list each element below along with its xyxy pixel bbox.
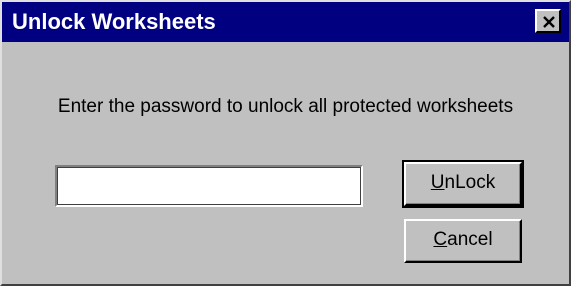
unlock-button[interactable]: UnLock <box>402 160 524 208</box>
title-bar[interactable]: Unlock Worksheets <box>2 2 569 42</box>
cancel-button[interactable]: Cancel <box>404 219 522 263</box>
unlock-accelerator: U <box>430 172 445 193</box>
cancel-accelerator: C <box>433 229 448 250</box>
unlock-label: nLock <box>444 172 496 193</box>
close-button[interactable] <box>535 9 561 33</box>
cancel-label: ancel <box>447 229 493 250</box>
prompt-text: Enter the password to unlock all protect… <box>57 96 514 117</box>
password-input[interactable] <box>55 165 363 207</box>
window-title: Unlock Worksheets <box>12 9 216 34</box>
unlock-worksheets-dialog: Unlock Worksheets Enter the password to … <box>0 0 571 286</box>
